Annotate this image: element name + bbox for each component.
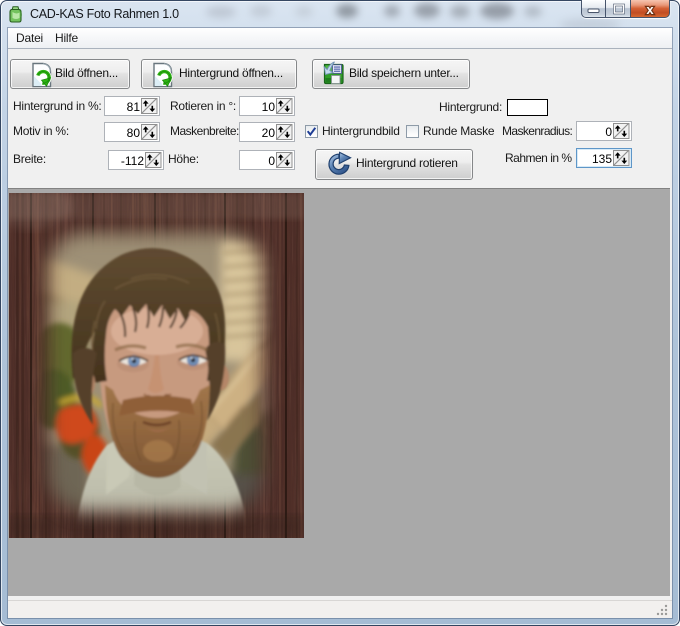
- svg-text:x: x: [646, 2, 654, 17]
